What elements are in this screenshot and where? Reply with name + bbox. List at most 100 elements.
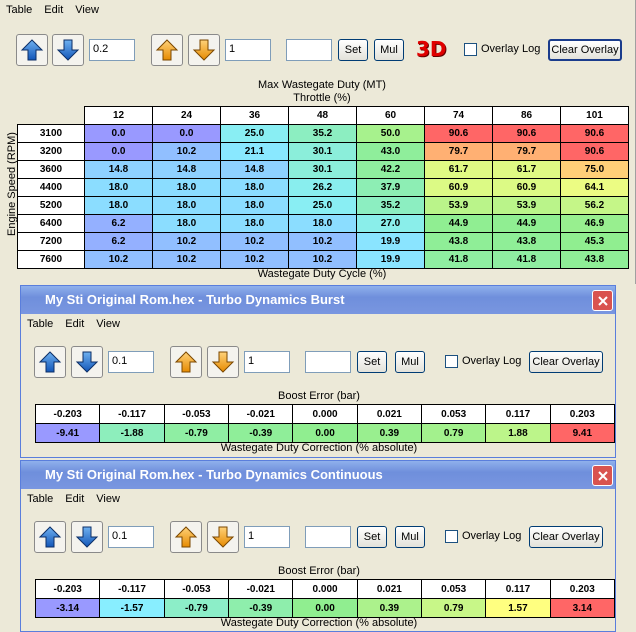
table-cell[interactable]: 60.9 (424, 178, 493, 197)
table-cell[interactable]: 43.8 (492, 232, 561, 251)
decrement-button[interactable] (71, 346, 103, 378)
table-cell[interactable]: 18.0 (84, 196, 153, 215)
table-cell[interactable]: 90.6 (492, 124, 561, 143)
decrement-button[interactable] (71, 521, 103, 553)
table-cell[interactable]: 75.0 (560, 160, 629, 179)
table-cell[interactable]: -3.14 (34, 598, 101, 618)
table-cell[interactable]: 0.39 (356, 423, 423, 443)
table-cell[interactable]: 56.2 (560, 196, 629, 215)
menu-view[interactable]: View (90, 493, 126, 505)
percent-value-field[interactable]: 1 (244, 526, 290, 548)
column-header[interactable]: -0.203 (34, 404, 101, 424)
clear-overlay-button[interactable]: Clear Overlay (548, 39, 622, 61)
menu-view[interactable]: View (69, 4, 105, 16)
table-cell[interactable]: 43.8 (560, 250, 629, 269)
table-cell[interactable]: 19.9 (356, 250, 425, 269)
table-cell[interactable]: 18.0 (220, 214, 289, 233)
column-header[interactable]: 0.053 (421, 579, 487, 599)
table-cell[interactable]: 18.0 (288, 214, 357, 233)
column-header[interactable]: 0.000 (292, 404, 358, 424)
table-cell[interactable]: 10.2 (152, 232, 221, 251)
overlay-log-checkbox[interactable] (445, 355, 458, 368)
column-header[interactable]: 86 (492, 106, 561, 125)
table-cell[interactable]: 43.8 (424, 232, 493, 251)
column-header[interactable]: 24 (152, 106, 221, 125)
table-cell[interactable]: 14.8 (220, 160, 289, 179)
table-cell[interactable]: 6.2 (84, 214, 153, 233)
column-header[interactable]: -0.021 (228, 404, 294, 424)
table-cell[interactable]: 0.79 (421, 598, 487, 618)
overlay-log-checkbox[interactable] (445, 530, 458, 543)
table-cell[interactable]: 21.1 (220, 142, 289, 161)
set-value-field[interactable] (305, 526, 351, 548)
table-cell[interactable]: 18.0 (84, 178, 153, 197)
table-cell[interactable]: 0.00 (292, 598, 358, 618)
table-cell[interactable]: -0.79 (163, 598, 230, 618)
table-cell[interactable]: 43.0 (356, 142, 425, 161)
set-value-field[interactable] (286, 39, 332, 61)
table-cell[interactable]: -1.57 (99, 598, 165, 618)
set-button[interactable]: Set (338, 39, 368, 61)
table-cell[interactable]: 37.9 (356, 178, 425, 197)
increment-button[interactable] (34, 521, 66, 553)
table-cell[interactable]: 10.2 (220, 232, 289, 251)
menu-edit[interactable]: Edit (59, 493, 90, 505)
mul-button[interactable]: Mul (395, 351, 425, 373)
column-header[interactable]: 60 (356, 106, 425, 125)
table-cell[interactable]: 64.1 (560, 178, 629, 197)
menu-edit[interactable]: Edit (38, 4, 69, 16)
percent-increment-button[interactable] (151, 34, 183, 66)
table-cell[interactable]: 42.2 (356, 160, 425, 179)
table-cell[interactable]: 10.2 (288, 250, 357, 269)
percent-increment-button[interactable] (170, 521, 202, 553)
menu-table[interactable]: Table (21, 493, 59, 505)
percent-decrement-button[interactable] (207, 521, 239, 553)
table-cell[interactable]: 10.2 (152, 250, 221, 269)
table-cell[interactable]: 79.7 (424, 142, 493, 161)
table-cell[interactable]: 18.0 (152, 178, 221, 197)
table-cell[interactable]: 45.3 (560, 232, 629, 251)
row-header[interactable]: 7200 (17, 232, 85, 251)
table-cell[interactable]: 41.8 (424, 250, 493, 269)
table-cell[interactable]: 44.9 (492, 214, 561, 233)
table-cell[interactable]: -9.41 (34, 423, 101, 443)
table-cell[interactable]: 90.6 (560, 124, 629, 143)
menu-table[interactable]: Table (21, 318, 59, 330)
table-cell[interactable]: 9.41 (549, 423, 616, 443)
table-cell[interactable]: 10.2 (152, 142, 221, 161)
column-header[interactable]: 48 (288, 106, 357, 125)
table-cell[interactable]: -0.39 (228, 598, 294, 618)
column-header[interactable]: 74 (424, 106, 493, 125)
continuous-close-button[interactable] (592, 465, 613, 486)
table-cell[interactable]: -0.79 (163, 423, 230, 443)
column-header[interactable]: 101 (560, 106, 629, 125)
table-cell[interactable]: 10.2 (288, 232, 357, 251)
percent-value-field[interactable]: 1 (225, 39, 271, 61)
column-header[interactable]: -0.117 (99, 404, 165, 424)
table-cell[interactable]: 53.9 (492, 196, 561, 215)
table-cell[interactable]: 0.39 (356, 598, 423, 618)
column-header[interactable]: 0.203 (549, 579, 616, 599)
column-header[interactable]: 0.021 (356, 404, 423, 424)
column-header[interactable]: -0.021 (228, 579, 294, 599)
clear-overlay-button[interactable]: Clear Overlay (529, 526, 603, 548)
table-cell[interactable]: 35.2 (288, 124, 357, 143)
table-cell[interactable]: 18.0 (152, 196, 221, 215)
table-cell[interactable]: 0.0 (152, 124, 221, 143)
column-header[interactable]: 0.000 (292, 579, 358, 599)
table-cell[interactable]: -1.88 (99, 423, 165, 443)
column-header[interactable]: -0.117 (99, 579, 165, 599)
column-header[interactable]: 0.021 (356, 579, 423, 599)
row-header[interactable]: 3600 (17, 160, 85, 179)
table-cell[interactable]: 35.2 (356, 196, 425, 215)
row-header[interactable]: 3200 (17, 142, 85, 161)
table-cell[interactable]: 10.2 (220, 250, 289, 269)
table-cell[interactable]: 14.8 (84, 160, 153, 179)
column-header[interactable]: 12 (84, 106, 153, 125)
table-cell[interactable]: 6.2 (84, 232, 153, 251)
menu-edit[interactable]: Edit (59, 318, 90, 330)
percent-decrement-button[interactable] (207, 346, 239, 378)
table-cell[interactable]: 30.1 (288, 142, 357, 161)
table-cell[interactable]: 25.0 (220, 124, 289, 143)
table-cell[interactable]: 50.0 (356, 124, 425, 143)
